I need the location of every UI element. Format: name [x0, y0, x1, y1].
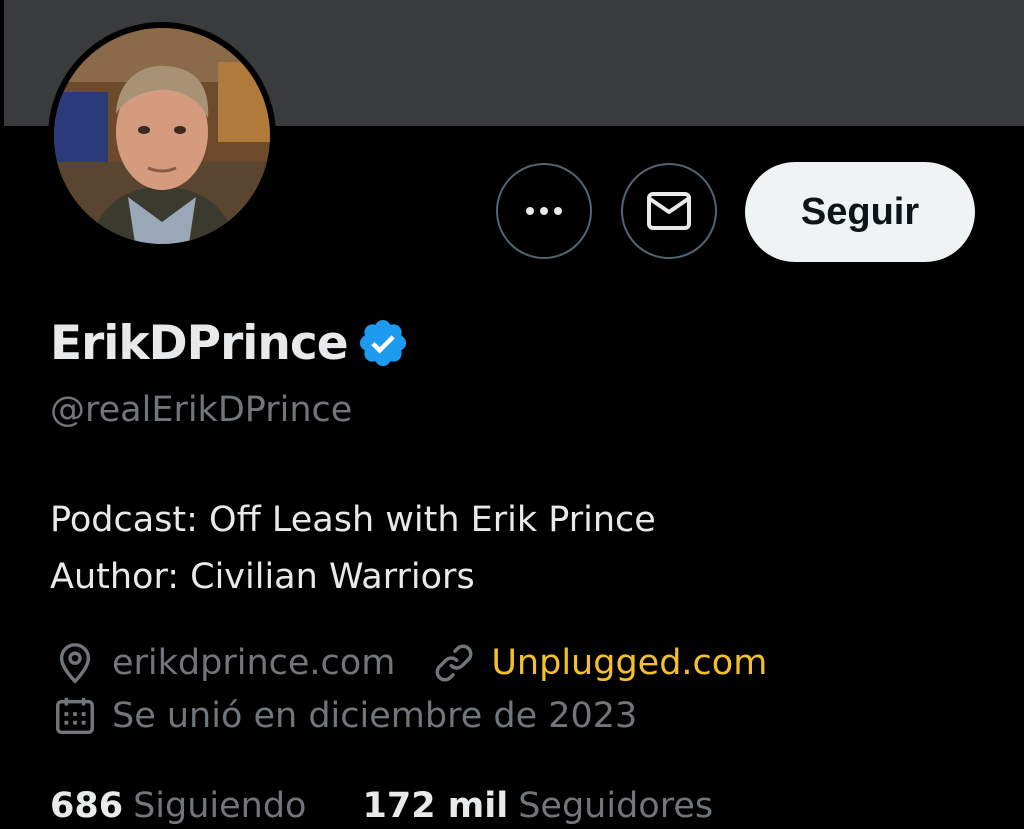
more-options-button[interactable] — [496, 163, 592, 259]
message-button[interactable] — [621, 163, 717, 259]
profile-meta-links: erikdprince.com Unplugged.com — [52, 638, 767, 688]
name-row: ErikDPrince — [50, 312, 410, 374]
profile-stats: 686 Siguiendo 172 mil Seguidores — [50, 783, 713, 829]
location-pin-icon — [59, 643, 91, 684]
followers-stat[interactable]: 172 mil Seguidores — [362, 786, 713, 826]
following-count: 686 — [50, 786, 124, 826]
bio: Podcast: Off Leash with Erik Prince Auth… — [50, 492, 656, 606]
avatar-photo — [50, 24, 274, 248]
link-icon — [435, 644, 473, 682]
followers-label: Seguidores — [518, 786, 714, 826]
follow-button[interactable]: Seguir — [745, 162, 975, 262]
website-link[interactable]: erikdprince.com — [112, 643, 395, 683]
verified-badge-icon[interactable] — [356, 316, 410, 370]
bio-line: Podcast: Off Leash with Erik Prince — [50, 500, 656, 540]
avatar[interactable] — [48, 22, 276, 250]
following-label: Siguiendo — [133, 786, 307, 826]
display-name: ErikDPrince — [50, 315, 349, 371]
join-date: Se unió en diciembre de 2023 — [112, 696, 638, 736]
calendar-icon — [56, 697, 94, 735]
bio-line: Author: Civilian Warriors — [50, 557, 475, 597]
handle: @realErikDPrince — [50, 390, 353, 430]
following-stat[interactable]: 686 Siguiendo — [50, 786, 306, 826]
more-icon — [526, 207, 562, 215]
envelope-icon — [647, 192, 691, 230]
unplugged-link[interactable]: Unplugged.com — [491, 643, 767, 683]
followers-count: 172 mil — [362, 786, 509, 826]
join-date-row: Se unió en diciembre de 2023 — [52, 691, 637, 741]
